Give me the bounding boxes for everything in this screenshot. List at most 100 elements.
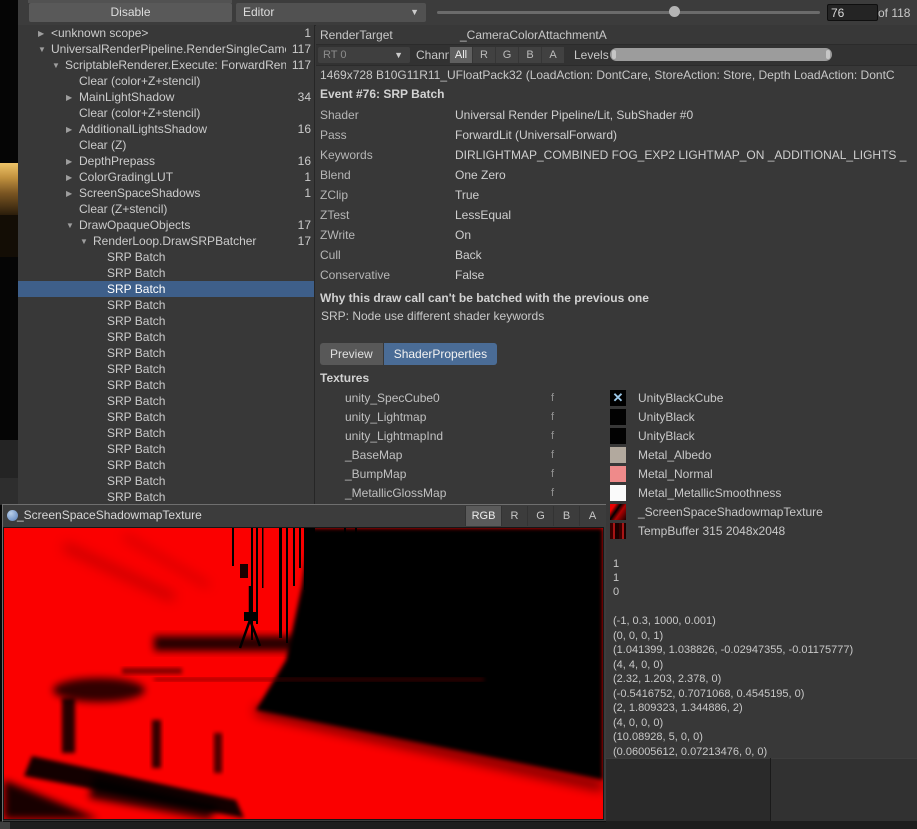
tree-row-label: Clear (color+Z+stencil) (79, 73, 286, 89)
tree-row[interactable]: Clear (Z) (18, 137, 314, 153)
chevron-down-icon: ▼ (394, 47, 403, 63)
tree-row[interactable]: ▶AdditionalLightsShadow16 (18, 121, 314, 137)
event-slider-handle[interactable] (669, 6, 680, 17)
chevron-right-icon[interactable]: ▶ (66, 90, 72, 106)
texture-flag: f (551, 392, 554, 404)
tree-row[interactable]: SRP Batch (18, 457, 314, 473)
tree-row[interactable]: SRP Batch (18, 473, 314, 489)
texture-swatch[interactable] (610, 409, 626, 425)
tree-row-label: SRP Batch (107, 425, 286, 441)
tree-row[interactable]: Clear (color+Z+stencil) (18, 73, 314, 89)
channel-button-b[interactable]: B (518, 47, 541, 63)
tree-row-label: ColorGradingLUT (79, 169, 286, 185)
tree-row[interactable]: SRP Batch (18, 249, 314, 265)
texture-swatch[interactable] (610, 523, 626, 539)
chevron-right-icon[interactable]: ▶ (66, 186, 72, 202)
texture-flag: f (551, 430, 554, 442)
tree-row[interactable]: ▶<unknown scope>1 (18, 25, 314, 41)
rt-dropdown-label: RT 0 (323, 49, 346, 61)
tree-row-count: 16 (298, 153, 311, 169)
tree-row[interactable]: ▶ DepthPrepass 16 (18, 153, 314, 169)
tree-row[interactable]: SRP Batch (18, 393, 314, 409)
tree-row[interactable]: ▼DrawOpaqueObjects17 (18, 217, 314, 233)
tree-row[interactable]: SRP Batch (18, 345, 314, 361)
texture-swatch[interactable] (610, 504, 626, 520)
tree-row[interactable]: SRP Batch (18, 425, 314, 441)
target-selector-label: Editor (243, 5, 274, 19)
tree-row-label: ScreenSpaceShadows (79, 185, 286, 201)
tree-row[interactable]: SRP Batch (18, 489, 314, 505)
texture-flag: f (551, 468, 554, 480)
tree-row[interactable]: ▶MainLightShadow34 (18, 89, 314, 105)
texture-value: Metal_MetallicSmoothness (638, 486, 781, 500)
chevron-down-icon[interactable]: ▼ (66, 218, 74, 234)
tree-row[interactable]: Clear (Z+stencil) (18, 201, 314, 217)
tree-row-count: 117 (292, 41, 311, 57)
channel-button-all[interactable]: All (449, 47, 472, 63)
channels-toolbar: RT 0 ▼ Channels AllRGBA Levels (316, 44, 917, 66)
tab-preview[interactable]: Preview (320, 343, 383, 365)
float-value: 1 (613, 571, 619, 585)
tree-row[interactable]: SRP Batch (18, 409, 314, 425)
property-value: True (455, 185, 479, 205)
disable-button[interactable]: Disable (29, 3, 232, 22)
tree-row-label: SRP Batch (107, 361, 286, 377)
tree-row[interactable]: SRP Batch (18, 265, 314, 281)
event-number-input[interactable] (827, 4, 878, 21)
preview-title-bar[interactable]: _ScreenSpaceShadowmapTexture RGBRGBA (3, 505, 606, 527)
tree-row[interactable]: SRP Batch (18, 313, 314, 329)
tree-row-label: DepthPrepass (79, 153, 286, 169)
tree-row-label: SRP Batch (107, 329, 286, 345)
chevron-right-icon[interactable]: ▶ (66, 170, 72, 186)
tree-row[interactable]: SRP Batch (18, 329, 314, 345)
texture-swatch[interactable]: ✕ (610, 390, 626, 406)
levels-slider[interactable] (610, 48, 832, 61)
tree-row-label: Clear (Z) (79, 137, 286, 153)
property-row: ConservativeFalse (316, 265, 917, 285)
channel-button-g[interactable]: G (495, 47, 518, 63)
tree-row[interactable]: ▶ScreenSpaceShadows1 (18, 185, 314, 201)
chevron-right-icon[interactable]: ▶ (66, 122, 72, 138)
tree-row-count: 17 (298, 217, 311, 233)
tree-row[interactable]: ▶ColorGradingLUT1 (18, 169, 314, 185)
preview-channel-button-b[interactable]: B (553, 506, 579, 526)
channel-button-r[interactable]: R (472, 47, 495, 63)
chevron-down-icon[interactable]: ▼ (38, 42, 46, 58)
property-value: False (455, 265, 484, 285)
window-bottom-bar (0, 821, 917, 829)
channel-button-a[interactable]: A (541, 47, 564, 63)
texture-swatch[interactable] (610, 447, 626, 463)
tree-row[interactable]: SRP Batch (18, 297, 314, 313)
preview-channel-button-a[interactable]: A (579, 506, 605, 526)
chevron-right-icon[interactable]: ▶ (66, 154, 72, 170)
texture-swatch[interactable] (610, 485, 626, 501)
vector-values-column: (-1, 0.3, 1000, 0.001)(0, 0, 0, 1)(1.041… (613, 614, 853, 758)
tree-row[interactable]: SRP Batch (18, 361, 314, 377)
texture-name: _MetallicGlossMap (345, 486, 446, 500)
tab-shaderproperties[interactable]: ShaderProperties (384, 343, 497, 365)
property-label: ZClip (320, 185, 348, 205)
tree-row[interactable]: ▼ScriptableRenderer.Execute: ForwardRend… (18, 57, 314, 73)
rt-dropdown[interactable]: RT 0 ▼ (318, 47, 410, 63)
tree-row[interactable]: SRP Batch (18, 281, 314, 297)
texture-swatch[interactable] (610, 466, 626, 482)
chevron-down-icon[interactable]: ▼ (52, 58, 60, 74)
tree-row[interactable]: ▼UniversalRenderPipeline.RenderSingleCam… (18, 41, 314, 57)
chevron-right-icon[interactable]: ▶ (38, 26, 44, 42)
preview-channel-button-r[interactable]: R (501, 506, 527, 526)
tree-row-label: SRP Batch (107, 265, 286, 281)
tree-row[interactable]: SRP Batch (18, 377, 314, 393)
texture-swatch[interactable] (610, 428, 626, 444)
tree-row[interactable]: ▼RenderLoop.DrawSRPBatcher17 (18, 233, 314, 249)
chevron-down-icon[interactable]: ▼ (80, 234, 88, 250)
preview-channel-button-rgb[interactable]: RGB (465, 506, 501, 526)
property-row: ZClip True (316, 185, 917, 205)
target-selector-dropdown[interactable]: Editor ▼ (236, 3, 426, 22)
shadowmap-preview-image (3, 527, 604, 820)
event-slider-track[interactable] (437, 11, 820, 14)
tree-row-label: SRP Batch (107, 281, 286, 297)
preview-title: _ScreenSpaceShadowmapTexture (17, 508, 202, 522)
tree-row[interactable]: SRP Batch (18, 441, 314, 457)
tree-row[interactable]: Clear (color+Z+stencil) (18, 105, 314, 121)
preview-channel-button-g[interactable]: G (527, 506, 553, 526)
